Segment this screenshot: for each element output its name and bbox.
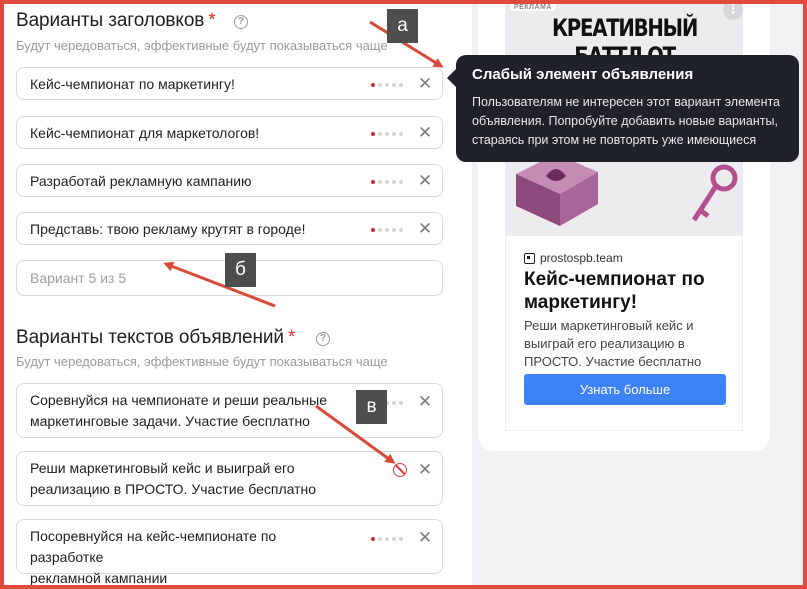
annotation-label-a: а: [387, 9, 418, 43]
annotation-label-b: б: [225, 253, 256, 287]
arrow-b: [163, 261, 276, 308]
annotation-arrows: [163, 20, 444, 464]
annotation-label-c: в: [356, 390, 387, 424]
